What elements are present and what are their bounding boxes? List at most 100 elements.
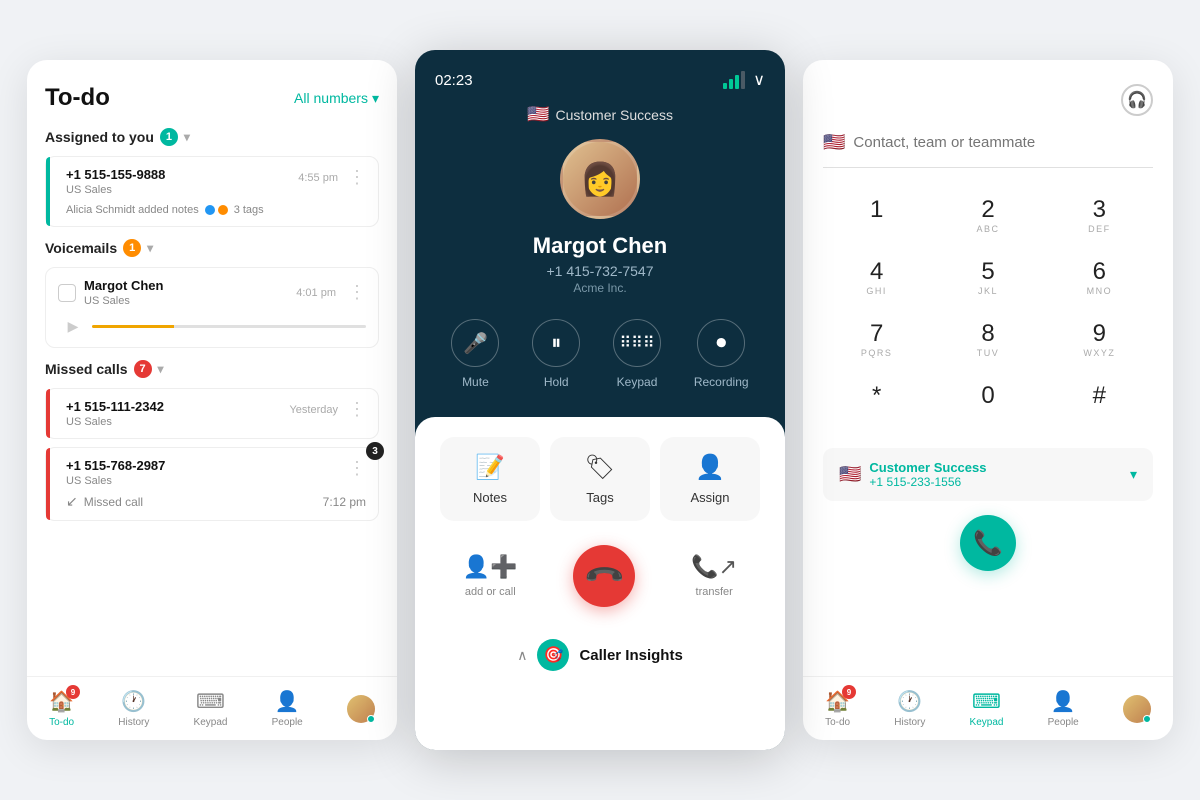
keypad-icon: ⌨ [972,689,1001,714]
status-bar [46,448,50,520]
line-name: Customer Success [869,460,1122,475]
signal-bars [723,71,745,89]
avatar [1123,695,1151,723]
play-button[interactable]: ▶ [62,315,84,337]
caller-avatar: 👩 [560,139,640,219]
flag-icon: 🇺🇸 [527,104,549,125]
line-number: +1 515-233-1556 [869,475,1122,489]
caller-insights-bar[interactable]: ∧ 🎯 Caller Insights [435,627,765,671]
transfer-button[interactable]: 📞↗ transfer [691,554,737,598]
notes-button[interactable]: 📝 Notes [440,437,540,521]
selected-line[interactable]: 🇺🇸 Customer Success +1 515-233-1556 ▾ [823,448,1153,501]
chevron-down-icon: ▾ [158,362,164,376]
chevron-down-icon[interactable]: ▾ [1130,466,1137,483]
nav-badge: 9 [66,685,80,699]
voicemail-checkbox[interactable] [58,284,76,302]
voicemail-item[interactable]: Margot Chen US Sales 4:01 pm ⋮ ▶ [45,267,379,348]
key-0[interactable]: 0 [934,374,1041,432]
add-or-call-button[interactable]: 👤➕ add or call [463,554,518,598]
missed-call-item-2[interactable]: 3 +1 515-768-2987 US Sales ⋮ ↙ Missed ca… [45,447,379,521]
missed-call-note: ↙ Missed call 7:12 pm [58,493,366,510]
key-4[interactable]: 4 GHI [823,250,930,308]
nav-item-keypad[interactable]: ⌨ Keypad [194,689,228,728]
action-row: 📝 Notes 🏷 Tags 👤 Assign [435,437,765,521]
nav-item-todo[interactable]: 🏠 9 To-do [49,689,74,728]
call-button[interactable]: 📞 [960,515,1016,571]
left-panel: To-do All numbers ▾ Assigned to you 1 ▾ … [27,60,397,740]
nav-item-history[interactable]: 🕐 History [118,689,149,728]
phone-number: +1 515-111-2342 [66,399,164,414]
voicemails-section-header: Voicemails 1 ▾ [45,239,379,257]
voicemail-label: US Sales [84,295,163,307]
assigned-call-item[interactable]: +1 515-155-9888 US Sales 4:55 pm ⋮ Alici… [45,156,379,227]
phone-icon: 📞 [973,529,1003,558]
call-top-section: 02:23 ∨ 🇺🇸 Customer Success 👩 [415,50,785,417]
key-2[interactable]: 2 ABC [934,188,1041,246]
nav-item-todo-right[interactable]: 🏠 9 To-do [825,689,850,728]
line-text: Customer Success +1 515-233-1556 [869,460,1122,489]
nav-item-keypad-right[interactable]: ⌨ Keypad [970,689,1004,728]
key-9[interactable]: 9 WXYZ [1046,312,1153,370]
key-8[interactable]: 8 TUV [934,312,1041,370]
audio-progress-bar[interactable] [92,325,366,328]
sig-bar-3 [735,75,739,89]
more-options-icon[interactable]: ⋮ [348,458,366,479]
avatar [347,695,375,723]
sig-bar-1 [723,83,727,89]
sig-bar-2 [729,79,733,89]
mute-button[interactable]: 🎤 Mute [451,319,499,389]
call-time: 4:55 pm [298,172,338,184]
more-options-icon[interactable]: ⋮ [348,282,366,303]
people-icon: 👤 [1051,689,1076,714]
phone-number: +1 515-155-9888 [66,167,165,182]
right-top-bar: 🎧 [823,84,1153,116]
nav-item-people-right[interactable]: 👤 People [1048,689,1079,728]
voicemail-audio-player[interactable]: ▶ [58,315,366,337]
team-label: 🇺🇸 Customer Success [527,104,673,125]
people-icon: 👤 [275,689,300,714]
hangup-button[interactable]: 📞 [573,545,635,607]
more-options-icon[interactable]: ⋮ [348,167,366,188]
nav-item-people[interactable]: 👤 People [272,689,303,728]
assign-button[interactable]: 👤 Assign [660,437,760,521]
missed-call-item-1[interactable]: +1 515-111-2342 US Sales Yesterday ⋮ [45,388,379,439]
recording-icon: ⏺ [697,319,745,367]
key-6[interactable]: 6 MNO [1046,250,1153,308]
unread-badge: 3 [366,442,384,460]
keypad-icon: ⠿⠿⠿ [613,319,661,367]
headset-button[interactable]: 🎧 [1121,84,1153,116]
nav-item-avatar-right[interactable] [1123,695,1151,723]
assign-icon: 👤 [695,453,725,482]
recording-button[interactable]: ⏺ Recording [694,319,749,389]
call-label: US Sales [66,416,164,428]
tag-dots [205,205,228,215]
mute-icon: 🎤 [451,319,499,367]
key-hash[interactable]: # [1046,374,1153,432]
key-star[interactable]: * [823,374,930,432]
contact-search-input[interactable] [853,134,1153,151]
call-controls: 🎤 Mute ⏸ Hold ⠿⠿⠿ Keypad ⏺ Recording [435,319,765,389]
right-bottom-nav: 🏠 9 To-do 🕐 History ⌨ Keypad 👤 People [803,676,1173,740]
key-5[interactable]: 5 JKL [934,250,1041,308]
chevron-down-icon[interactable]: ∨ [753,70,765,90]
all-numbers-filter[interactable]: All numbers ▾ [294,90,379,107]
more-options-icon[interactable]: ⋮ [348,399,366,420]
hold-button[interactable]: ⏸ Hold [532,319,580,389]
nav-item-avatar[interactable] [347,695,375,723]
middle-panel: 02:23 ∨ 🇺🇸 Customer Success 👩 [415,50,785,750]
tag-row: Alicia Schmidt added notes 3 tags [58,204,366,216]
keypad-button[interactable]: ⠿⠿⠿ Keypad [613,319,661,389]
tags-button[interactable]: 🏷 Tags [550,437,650,521]
nav-item-history-right[interactable]: 🕐 History [894,689,925,728]
key-7[interactable]: 7 PQRS [823,312,930,370]
voicemail-name: Margot Chen [84,278,163,293]
status-bar [46,389,50,438]
sig-bar-4 [741,71,745,89]
keypad-icon: ⌨ [196,689,225,714]
screen-container: To-do All numbers ▾ Assigned to you 1 ▾ … [7,30,1193,770]
insights-icon: 🎯 [537,639,569,671]
key-1[interactable]: 1 [823,188,930,246]
nav-badge: 9 [842,685,856,699]
call-label: US Sales [66,184,165,196]
key-3[interactable]: 3 DEF [1046,188,1153,246]
